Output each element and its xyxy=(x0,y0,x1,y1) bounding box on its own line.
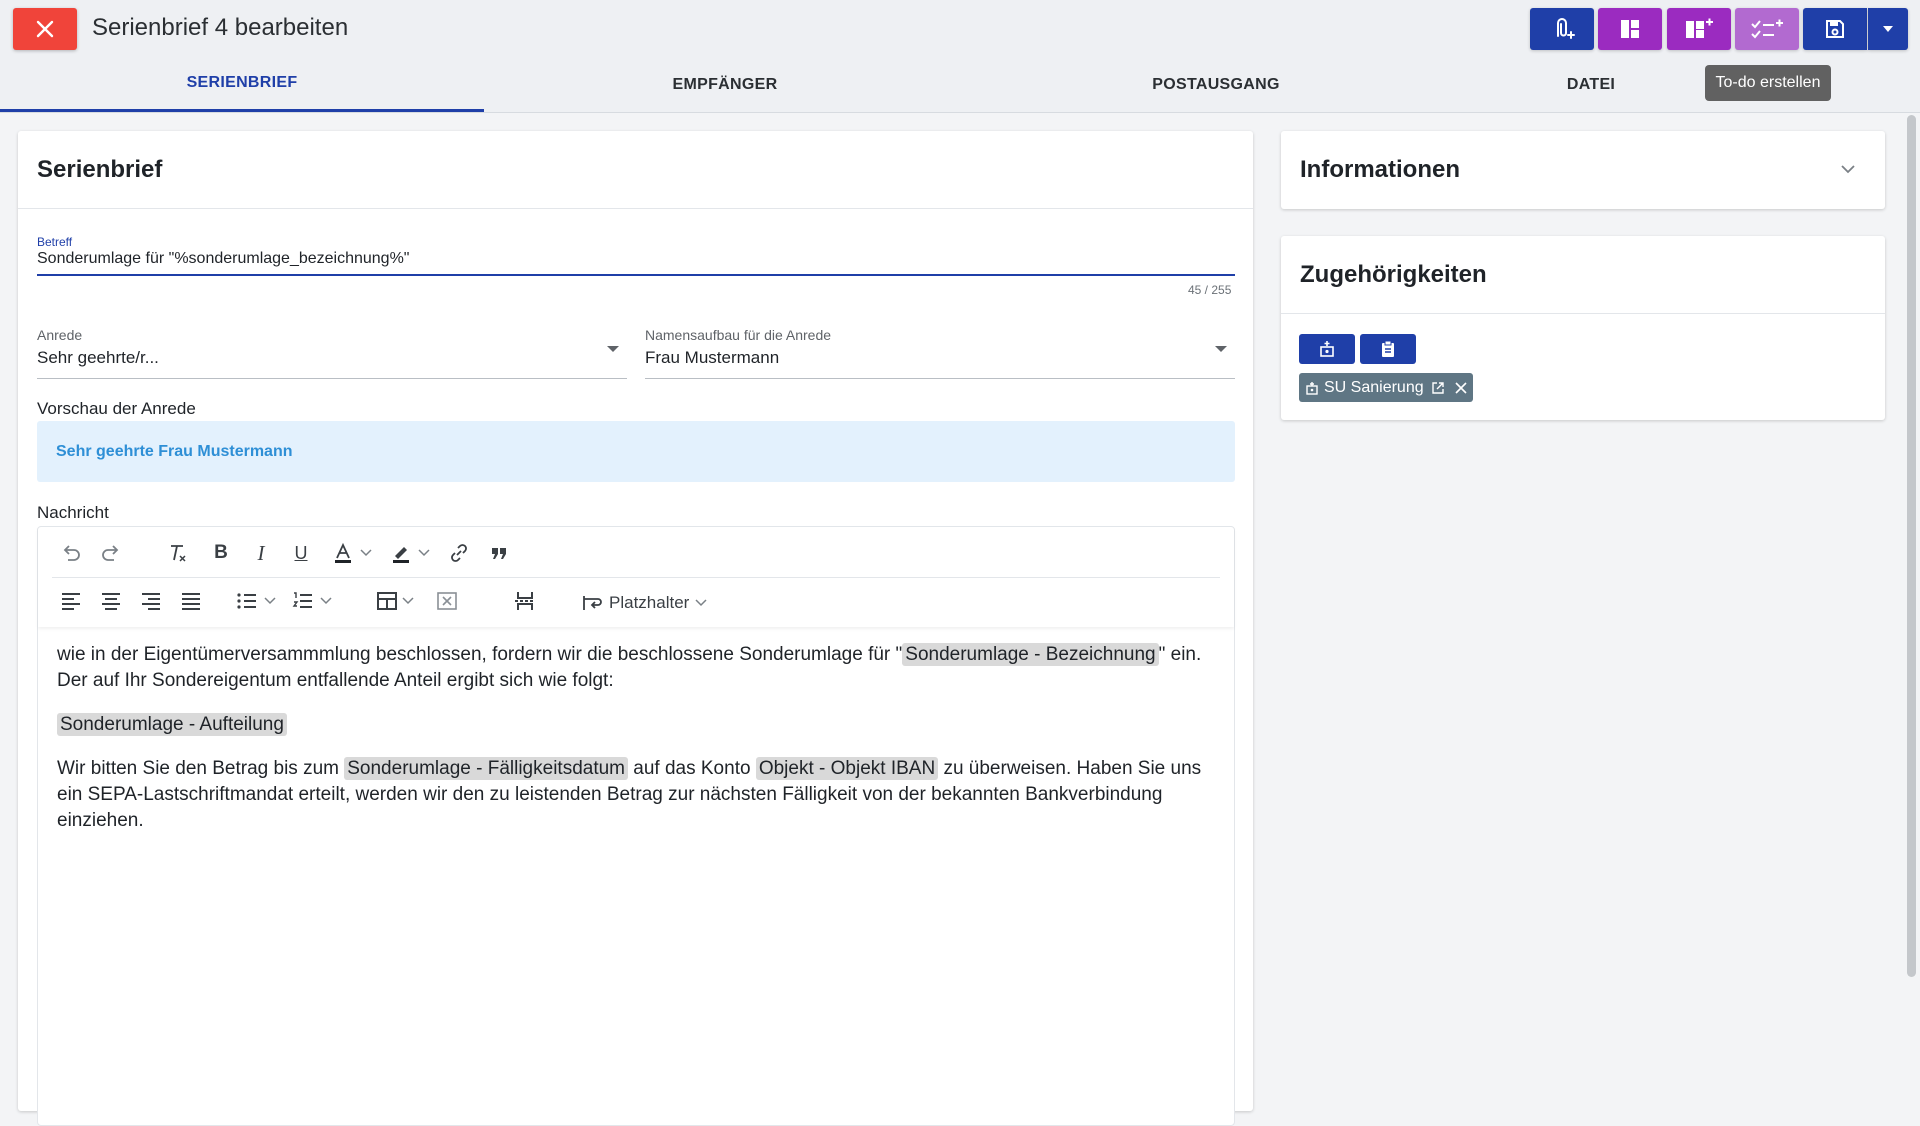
zugehoerigkeiten-card: Zugehörigkeiten SU Sanierung xyxy=(1281,236,1885,420)
close-button[interactable] xyxy=(13,8,77,50)
blockquote-icon[interactable] xyxy=(484,539,514,567)
paragraph-3: Wir bitten Sie den Betrag bis zum Sonder… xyxy=(57,756,1217,834)
text-span: Wir bitten Sie den Betrag bis zum xyxy=(57,758,345,779)
salutation-preview: Sehr geehrte Frau Mustermann xyxy=(37,421,1235,482)
betreff-input[interactable]: Sonderumlage für "%sonderumlage_bezeichn… xyxy=(37,250,1235,276)
align-right-icon[interactable] xyxy=(136,587,166,615)
save-button[interactable] xyxy=(1803,8,1867,50)
table-icon[interactable] xyxy=(372,587,402,615)
create-todo-button[interactable] xyxy=(1735,8,1799,50)
placeholder-chip[interactable]: Sonderumlage - Aufteilung xyxy=(57,713,287,736)
text-color-chevron-icon[interactable] xyxy=(358,539,374,567)
anrede-select[interactable]: Sehr geehrte/r... xyxy=(37,348,159,368)
layout-button[interactable] xyxy=(1598,8,1662,50)
paragraph-1: wie in der Eigentümerversammmlung beschl… xyxy=(57,642,1217,694)
chevron-down-icon xyxy=(695,599,707,607)
add-building-link-button[interactable] xyxy=(1299,334,1355,364)
namensaufbau-underline xyxy=(645,378,1235,379)
attach-file-button[interactable] xyxy=(1530,8,1594,50)
tab-bar: SERIENBRIEF EMPFÄNGER POSTAUSGANG DATEI xyxy=(0,57,1920,113)
paragraph-2: Sonderumlage - Aufteilung xyxy=(57,712,1217,738)
informationen-card[interactable]: Informationen xyxy=(1281,131,1885,209)
text-span: auf das Konto xyxy=(628,758,756,779)
tab-empfaenger[interactable]: EMPFÄNGER xyxy=(484,57,966,112)
bullet-list-icon[interactable] xyxy=(232,587,262,615)
tab-datei[interactable]: DATEI xyxy=(1466,57,1716,112)
text-span: wie in der Eigentümerversammmlung beschl… xyxy=(57,644,903,665)
placeholder-menu[interactable]: Platzhalter xyxy=(581,589,707,617)
toolbar-divider xyxy=(52,577,1220,578)
rich-text-editor: B I U Platzhalter wie in der Eigentümerv… xyxy=(37,526,1235,1126)
align-center-icon[interactable] xyxy=(96,587,126,615)
serienbrief-card: Serienbrief Betreff Sonderumlage für "%s… xyxy=(18,131,1253,1126)
numbered-list-icon[interactable] xyxy=(288,587,318,615)
informationen-title: Informationen xyxy=(1300,156,1460,183)
betreff-label: Betreff xyxy=(37,235,73,249)
placeholder-icon xyxy=(583,596,602,610)
page-scrollbar[interactable] xyxy=(1907,115,1916,977)
message-label: Nachricht xyxy=(37,503,109,522)
editor-content[interactable]: wie in der Eigentümerversammmlung beschl… xyxy=(57,642,1217,852)
add-document-link-button[interactable] xyxy=(1360,334,1416,364)
page-break-icon[interactable] xyxy=(510,587,540,615)
align-justify-icon[interactable] xyxy=(176,587,206,615)
bold-icon[interactable]: B xyxy=(206,539,236,567)
anrede-label: Anrede xyxy=(37,327,83,343)
anrede-underline xyxy=(37,378,627,379)
highlight-color-icon[interactable] xyxy=(386,539,416,567)
bullet-list-chevron-icon[interactable] xyxy=(262,587,278,615)
namensaufbau-select[interactable]: Frau Mustermann xyxy=(645,348,779,368)
align-left-icon[interactable] xyxy=(56,587,86,615)
tab-postausgang[interactable]: POSTAUSGANG xyxy=(966,57,1466,112)
relation-tag-label: SU Sanierung xyxy=(1324,378,1424,396)
card-title: Serienbrief xyxy=(18,131,1253,209)
add-layout-button[interactable] xyxy=(1667,8,1731,50)
preview-label: Vorschau der Anrede xyxy=(37,399,196,418)
anrede-dropdown-icon[interactable] xyxy=(607,346,619,352)
close-icon xyxy=(36,20,54,38)
link-icon[interactable] xyxy=(444,539,474,567)
placeholder-chip[interactable]: Sonderumlage - Bezeichnung xyxy=(902,643,1159,666)
dashboard-icon xyxy=(1621,20,1639,38)
highlight-chevron-icon[interactable] xyxy=(416,539,432,567)
underline-icon[interactable]: U xyxy=(286,539,316,567)
open-external-icon[interactable] xyxy=(1431,381,1445,395)
remove-element-icon[interactable] xyxy=(432,587,462,615)
italic-icon[interactable]: I xyxy=(246,539,276,567)
namensaufbau-label: Namensaufbau für die Anrede xyxy=(645,327,832,343)
numbered-list-chevron-icon[interactable] xyxy=(318,587,334,615)
redo-icon[interactable] xyxy=(96,539,126,567)
placeholder-menu-label: Platzhalter xyxy=(609,593,690,612)
paperclip-add-icon xyxy=(1557,18,1575,39)
character-counter: 45 / 255 xyxy=(1188,283,1232,297)
save-options-dropdown[interactable] xyxy=(1868,8,1908,50)
clipboard-icon xyxy=(1382,340,1394,357)
text-color-icon[interactable] xyxy=(328,539,358,567)
building-icon xyxy=(1306,381,1318,395)
clear-formatting-icon[interactable] xyxy=(162,539,192,567)
table-chevron-icon[interactable] xyxy=(400,587,416,615)
undo-icon[interactable] xyxy=(56,539,86,567)
namensaufbau-dropdown-icon[interactable] xyxy=(1215,346,1227,352)
remove-tag-icon[interactable] xyxy=(1454,381,1468,395)
save-icon xyxy=(1826,20,1844,38)
caret-down-icon xyxy=(1883,26,1893,32)
zugehoerigkeiten-title: Zugehörigkeiten xyxy=(1281,236,1885,314)
tooltip: To-do erstellen xyxy=(1705,65,1831,101)
tab-serienbrief[interactable]: SERIENBRIEF xyxy=(0,57,484,112)
page-title: Serienbrief 4 bearbeiten xyxy=(92,14,349,41)
chevron-down-icon[interactable] xyxy=(1840,164,1856,174)
dashboard-add-icon xyxy=(1686,18,1713,38)
placeholder-chip[interactable]: Sonderumlage - Fälligkeitsdatum xyxy=(344,757,628,780)
relation-tag[interactable]: SU Sanierung xyxy=(1299,373,1473,402)
checklist-add-icon xyxy=(1751,19,1783,39)
editor-toolbar: B I U Platzhalter xyxy=(38,527,1234,627)
placeholder-chip[interactable]: Objekt - Objekt IBAN xyxy=(755,757,939,780)
building-add-icon xyxy=(1320,341,1334,357)
top-bar: Serienbrief 4 bearbeiten xyxy=(0,0,1920,57)
